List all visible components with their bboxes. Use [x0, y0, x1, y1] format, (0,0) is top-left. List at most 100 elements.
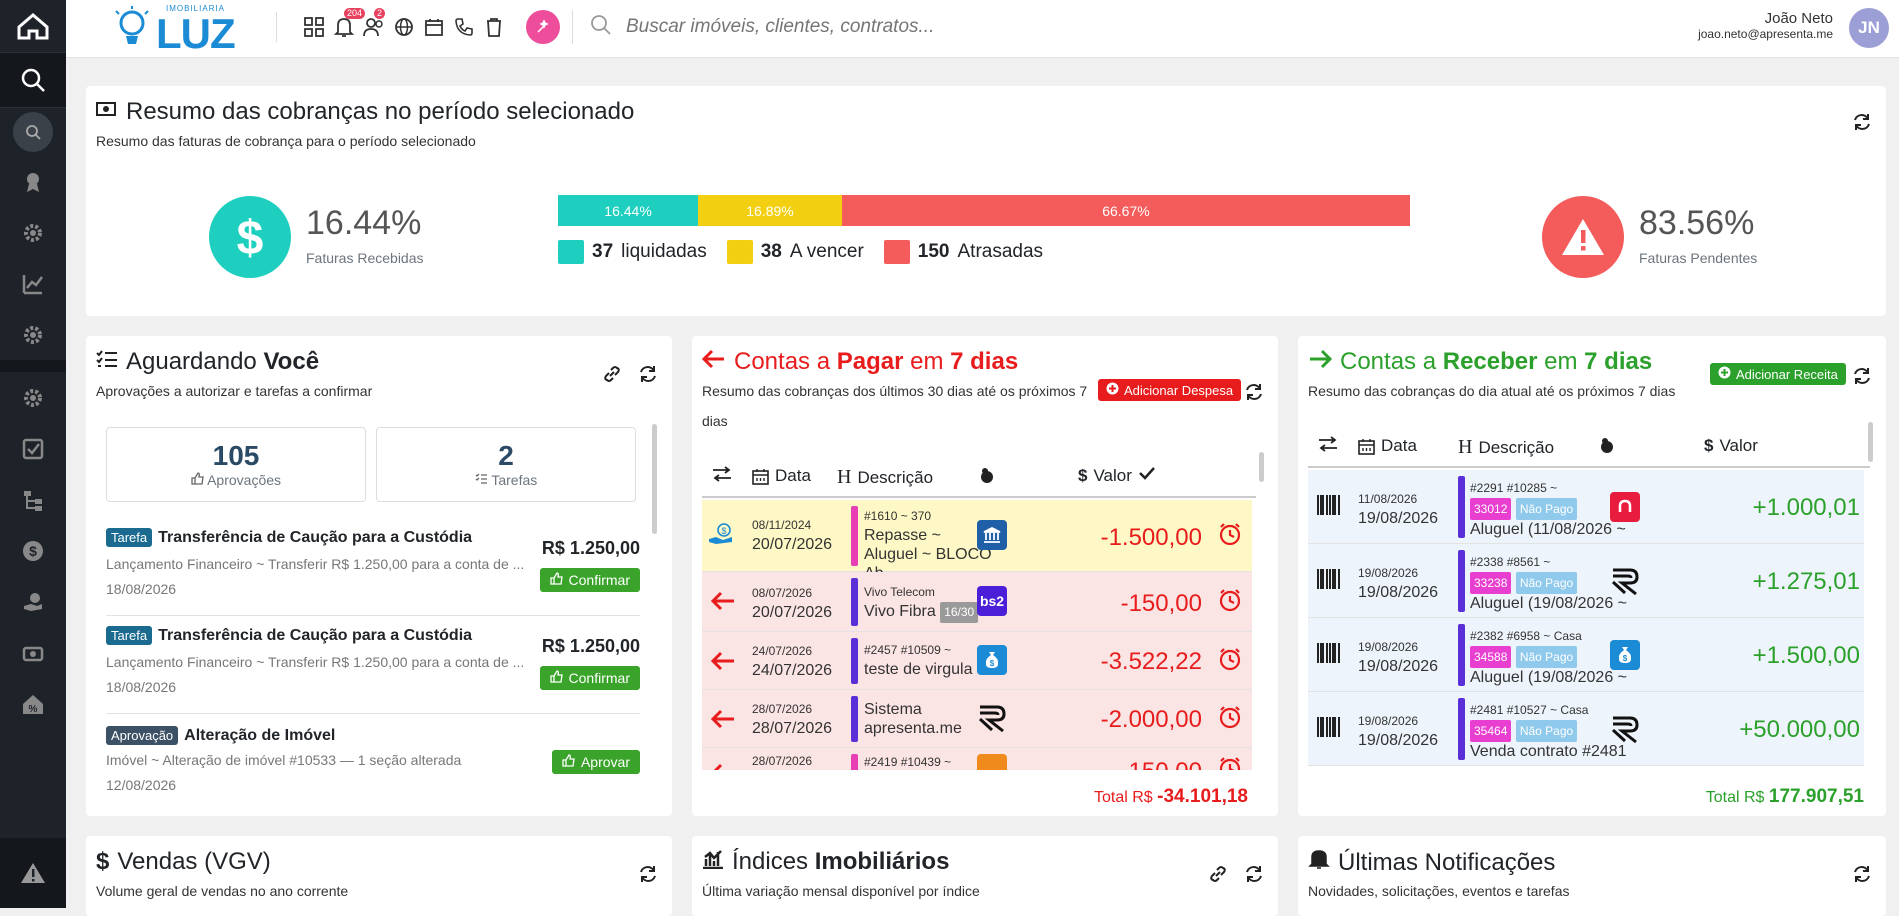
link-icon[interactable]: [600, 362, 624, 386]
barcode-icon: [1316, 716, 1342, 743]
globe-icon[interactable]: [392, 13, 416, 41]
users-icon[interactable]: 2: [362, 8, 386, 41]
task-item[interactable]: Aprovação Alteração de Imóvel Imóvel ~ A…: [106, 714, 640, 810]
money-icon: [96, 98, 118, 126]
received-label: Faturas Recebidas: [306, 250, 424, 266]
users-badge: 2: [374, 8, 386, 19]
brand-logo[interactable]: IMOBILIARIA LUZ: [114, 4, 244, 57]
bell-icon: [1308, 848, 1330, 877]
tasks-stat[interactable]: 2 Tarefas: [376, 427, 636, 502]
refresh-icon[interactable]: [1850, 110, 1874, 134]
config-icon[interactable]: [0, 372, 66, 423]
calendar-icon[interactable]: [422, 13, 446, 41]
chart-icon[interactable]: [0, 258, 66, 309]
settings-users-icon[interactable]: [0, 207, 66, 258]
hand-coin-icon[interactable]: [0, 576, 66, 627]
refresh-icon[interactable]: [636, 862, 660, 886]
scrollbar[interactable]: [652, 424, 657, 534]
summary-title: Resumo das cobranças no período selecion…: [96, 98, 634, 126]
hierarchy-icon[interactable]: [0, 474, 66, 525]
money-bag-icon: $: [1610, 640, 1640, 670]
row-date-issued: 28/07/2026: [752, 754, 813, 768]
add-income-button[interactable]: Adicionar Receita: [1710, 363, 1846, 385]
link-icon[interactable]: [1206, 862, 1230, 886]
received-dollar-icon: $: [209, 196, 291, 278]
row-date-issued: 19/08/2026: [1358, 640, 1419, 654]
row-value: +1.500,00: [1752, 642, 1860, 669]
clock-icon[interactable]: [1218, 705, 1242, 734]
house-percent-icon[interactable]: %: [0, 678, 66, 729]
refresh-icon[interactable]: [1242, 380, 1266, 404]
indices-title: Índices Imobiliários: [702, 848, 949, 876]
table-row[interactable]: $ 08/11/2024 20/07/2026 #1610 ~ 370 Repas…: [702, 500, 1252, 582]
bell-icon[interactable]: 204: [332, 8, 366, 41]
payables-title: Contas a Pagar em 7 dias: [701, 348, 1018, 376]
task-item[interactable]: Tarefa Transferência de Caução para a Cu…: [106, 518, 640, 616]
table-row[interactable]: 28/07/2026 28/07/2026 Sistema apresenta.…: [702, 690, 1252, 748]
payee-logo-icon: [977, 754, 1007, 770]
table-row[interactable]: 19/08/2026 19/08/2026 #2382 #6958 ~ Casa…: [1308, 618, 1864, 692]
refresh-icon[interactable]: [1242, 862, 1266, 886]
swap-icon[interactable]: [1318, 436, 1338, 452]
add-expense-button[interactable]: Adicionar Despesa: [1098, 379, 1242, 401]
legend-atrasadas: 150 Atrasadas: [883, 240, 1043, 264]
dollar-icon[interactable]: $: [0, 525, 66, 576]
table-row[interactable]: 24/07/2026 24/07/2026 #2457 #10509 ~ test…: [702, 632, 1252, 690]
table-row[interactable]: 28/07/2026 #2419 #10439 ~ -150,00: [702, 748, 1252, 770]
table-row[interactable]: 08/07/2026 20/07/2026 Vivo Telecom Vivo F…: [702, 572, 1252, 632]
row-value: -150,00: [1120, 590, 1202, 617]
date-header[interactable]: Data: [1358, 436, 1417, 456]
payables-header: Data H Descrição $ Valor: [702, 452, 1256, 498]
scrollbar[interactable]: [1868, 422, 1873, 462]
checklist-icon[interactable]: [0, 423, 66, 474]
phone-icon[interactable]: [452, 13, 476, 41]
clock-icon[interactable]: [1218, 588, 1242, 617]
magic-button[interactable]: [526, 10, 560, 44]
approve-button[interactable]: Aprovar: [551, 750, 640, 774]
check-header-icon[interactable]: [1139, 466, 1155, 480]
payables-total: Total R$ -34.101,18: [1093, 786, 1248, 807]
desc-header[interactable]: H Descrição: [837, 466, 933, 489]
clock-icon[interactable]: [1218, 522, 1242, 551]
plus-circle-icon: [1718, 366, 1731, 382]
row-date-due: 19/08/2026: [1358, 510, 1439, 527]
clock-icon[interactable]: [1218, 756, 1242, 770]
desc-header[interactable]: H Descrição: [1458, 436, 1554, 459]
clock-icon[interactable]: [1218, 647, 1242, 676]
search-input[interactable]: [626, 16, 1126, 38]
refresh-icon[interactable]: [636, 362, 660, 386]
refresh-icon[interactable]: [1850, 862, 1874, 886]
bank-icon: [977, 520, 1007, 550]
award-icon[interactable]: [0, 156, 66, 207]
money-stack-icon[interactable]: [0, 627, 66, 678]
confirm-button[interactable]: Confirmar: [539, 568, 640, 592]
trash-icon[interactable]: [482, 13, 506, 41]
avatar[interactable]: JN: [1849, 8, 1889, 48]
indices-card: Índices Imobiliários Última variação men…: [692, 836, 1278, 916]
date-header[interactable]: Data: [752, 466, 811, 486]
warning-icon[interactable]: [0, 838, 66, 908]
notifications-title: Últimas Notificações: [1308, 848, 1555, 877]
value-header[interactable]: $ Valor: [1078, 466, 1132, 486]
user-info[interactable]: João Neto joao.neto@apresenta.me: [1698, 10, 1833, 41]
refresh-icon[interactable]: [1850, 364, 1874, 388]
status-bar: 16.44% 16.89% 66.67%: [558, 195, 1410, 226]
task-title: Transferência de Caução para a Custódia: [158, 626, 473, 644]
settings-icon[interactable]: [0, 309, 66, 360]
home-logo-icon[interactable]: [0, 0, 66, 52]
task-item[interactable]: Tarefa Transferência de Caução para a Cu…: [106, 616, 640, 714]
bank-header-icon: [978, 466, 996, 484]
scrollbar[interactable]: [1259, 452, 1264, 482]
table-row[interactable]: 19/08/2026 19/08/2026 #2481 #10527 ~ Cas…: [1308, 692, 1864, 766]
table-row[interactable]: 19/08/2026 19/08/2026 #2338 #8561 ~33238…: [1308, 544, 1864, 618]
swap-icon[interactable]: [712, 466, 732, 482]
confirm-button[interactable]: Confirmar: [539, 666, 640, 690]
table-row[interactable]: 11/08/2026 19/08/2026 #2291 #10285 ~3301…: [1308, 470, 1864, 544]
sidebar-search-button[interactable]: [13, 112, 53, 152]
approvals-stat[interactable]: 105 Aprovações: [106, 427, 366, 502]
apresenta-logo-icon: [1610, 714, 1640, 744]
search-icon[interactable]: [0, 52, 66, 108]
row-value: +1.275,01: [1752, 568, 1860, 595]
value-header[interactable]: $ Valor: [1704, 436, 1758, 456]
apps-grid-icon[interactable]: [302, 13, 326, 41]
